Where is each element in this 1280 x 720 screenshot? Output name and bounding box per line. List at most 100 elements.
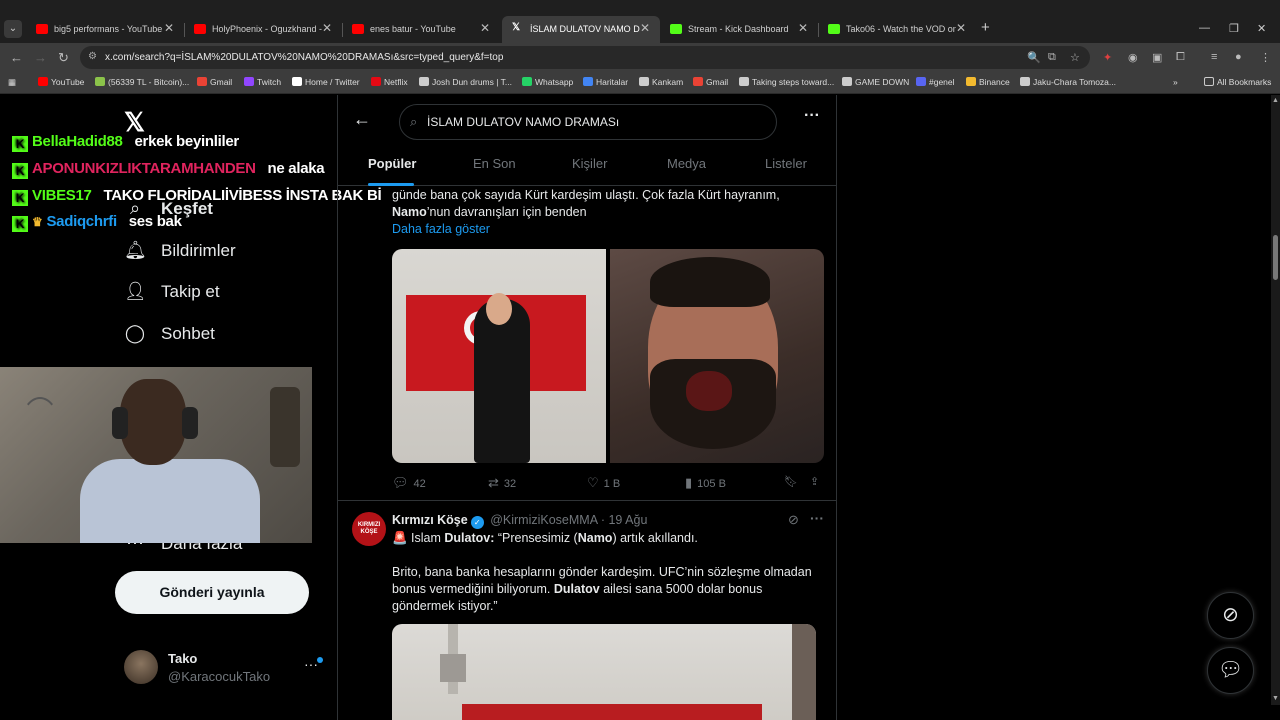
browser-tab[interactable]: big5 performans - YouTube ✕ xyxy=(26,16,184,43)
extension-icon[interactable]: ▣ xyxy=(1152,51,1162,64)
new-tab-plus-icon[interactable]: + xyxy=(981,19,990,36)
extensions-puzzle-icon[interactable]: ⧠ xyxy=(1176,51,1185,64)
post-button[interactable]: Gönderi yayınla xyxy=(115,571,309,614)
bookmark-item[interactable]: Jaku-Chara Tomoza... xyxy=(1020,77,1116,87)
bookmark-item[interactable]: Kankam xyxy=(639,77,683,87)
browser-menu-icon[interactable]: ⋮ xyxy=(1260,51,1271,64)
site-info-icon[interactable]: ⚙ xyxy=(88,51,97,62)
scroll-down-arrow-icon[interactable]: ▼ xyxy=(1272,695,1279,702)
x-favicon-icon: 𝕏 xyxy=(512,22,521,33)
share-icon[interactable]: ⇪ xyxy=(810,475,819,488)
bookmark-item[interactable]: Twitch xyxy=(244,77,281,87)
address-url[interactable]: x.com/search?q=İSLAM%20DULATOV%20NAMO%20… xyxy=(105,52,503,63)
close-tab-icon[interactable]: ✕ xyxy=(322,21,332,35)
webcam-overlay xyxy=(0,367,312,543)
more-dots-icon[interactable]: ··· xyxy=(804,107,820,125)
nav-item-notifications[interactable]: 🔔︎ Bildirimler xyxy=(124,240,236,268)
nav-item-follow[interactable]: 👤︎ Takip et xyxy=(124,281,220,309)
zoom-search-icon[interactable]: 🔍 xyxy=(1027,51,1041,64)
reply-button[interactable]: 💬︎ 42 xyxy=(392,475,426,491)
account-switcher[interactable]: Tako @KaracocukTako ··· xyxy=(124,648,324,688)
forward-nav-icon[interactable]: → xyxy=(34,50,47,65)
profile-avatar-icon[interactable]: ● xyxy=(1235,51,1242,63)
kick-favicon-icon xyxy=(828,24,840,34)
tweet-image-fighter[interactable] xyxy=(610,249,824,463)
search-tabs: Popüler En Son Kişiler Medya Listeler xyxy=(338,148,836,186)
grok-fab-button[interactable]: ⊘ xyxy=(1207,592,1254,639)
more-dots-icon[interactable]: ··· xyxy=(810,510,824,526)
active-tab-indicator xyxy=(368,183,414,186)
nav-item-chat[interactable]: ◯ Sohbet xyxy=(124,323,215,351)
more-bookmarks-chevron-icon[interactable]: » xyxy=(1173,77,1178,87)
close-window-icon[interactable]: ✕ xyxy=(1257,22,1266,35)
media-control-icon[interactable]: ≡ xyxy=(1211,51,1217,63)
close-tab-icon[interactable]: ✕ xyxy=(480,21,490,35)
back-arrow-icon[interactable]: ← xyxy=(353,109,371,130)
tab-search-chevron-icon[interactable]: ⌄ xyxy=(4,20,22,38)
tweet-author-handle[interactable]: @KirmiziKoseMMA xyxy=(490,513,597,527)
bookmark-item[interactable]: #genel xyxy=(916,77,955,87)
browser-tab[interactable]: enes batur - YouTube ✕ xyxy=(342,16,500,43)
tweet-author-name[interactable]: Kırmızı Köşe xyxy=(392,513,468,527)
tab-people[interactable]: Kişiler xyxy=(572,156,607,171)
grok-icon[interactable]: ⊘ xyxy=(788,512,799,528)
bookmark-item[interactable]: (56339 TL - Bitcoin)... xyxy=(95,77,189,87)
tweet-text: günde bana çok sayıda Kürt kardeşim ulaş… xyxy=(392,187,822,221)
kick-badge-icon: K xyxy=(12,136,28,152)
bookmark-item[interactable]: YouTube xyxy=(38,77,84,87)
close-tab-icon[interactable]: ✕ xyxy=(798,21,808,35)
browser-tab[interactable]: Stream - Kick Dashboard ✕ xyxy=(660,16,818,43)
browser-tab[interactable]: Tako06 - Watch the VOD on Ki ✕ xyxy=(818,16,976,43)
tweet-text-line: günde bana çok sayıda Kürt kardeşim ulaş… xyxy=(392,188,780,202)
chat-message: K VIBES17 TAKO FLORİDALIİVİBESS İNSTA BAK… xyxy=(12,187,382,206)
show-more-link[interactable]: Daha fazla göster xyxy=(392,222,490,236)
avatar[interactable]: KIRMIZI KÖŞE xyxy=(352,512,386,546)
install-app-icon[interactable]: ⧉ xyxy=(1048,51,1056,64)
back-nav-icon[interactable]: ← xyxy=(10,50,23,65)
bookmark-item[interactable]: Haritalar xyxy=(583,77,628,87)
bookmark-item[interactable]: Netflix xyxy=(371,77,408,87)
search-input[interactable]: ⌕ İSLAM DULATOV NAMO DRAMASı xyxy=(399,104,777,140)
more-dots-icon[interactable]: ··· xyxy=(304,656,318,672)
repost-button[interactable]: ⇄ 32 xyxy=(488,475,516,491)
bookmark-item[interactable]: Home / Twitter xyxy=(292,77,360,87)
bookmark-star-icon[interactable]: ☆ xyxy=(1070,51,1080,64)
bookmark-item[interactable]: Whatsapp xyxy=(522,77,573,87)
bookmark-item[interactable]: Gmail xyxy=(693,77,728,87)
scroll-up-arrow-icon[interactable]: ▲ xyxy=(1272,97,1279,104)
chat-text: ses bak xyxy=(128,213,182,230)
tab-lists[interactable]: Listeler xyxy=(765,156,807,171)
bookmark-item[interactable]: GAME DOWN xyxy=(842,77,909,87)
bookmark-item[interactable]: Josh Dun drums | T... xyxy=(419,77,512,87)
tweet-image-flag[interactable] xyxy=(392,249,606,463)
like-button[interactable]: ♡ 1 B xyxy=(587,475,620,491)
tweet-date[interactable]: · 19 Ağu xyxy=(601,513,648,527)
address-bar[interactable]: ⚙ x.com/search?q=İSLAM%20DULATOV%20NAMO%… xyxy=(80,46,1090,69)
close-tab-icon[interactable]: ✕ xyxy=(164,21,174,35)
all-bookmarks-folder[interactable]: All Bookmarks xyxy=(1204,77,1271,87)
browser-tab[interactable]: HolyPhoenix - Oguzkhand - Jah ✕ xyxy=(184,16,342,43)
search-query-value[interactable]: İSLAM DULATOV NAMO DRAMASı xyxy=(427,115,619,129)
tab-latest[interactable]: En Son xyxy=(473,156,516,171)
apps-grid-icon[interactable]: ▦ xyxy=(8,77,16,88)
scrollbar-thumb[interactable] xyxy=(1273,235,1278,280)
tab-popular[interactable]: Popüler xyxy=(368,156,416,171)
extension-icon[interactable]: ✦ xyxy=(1103,51,1112,64)
close-tab-icon[interactable]: ✕ xyxy=(640,21,650,35)
bookmark-item[interactable]: Gmail xyxy=(197,77,232,87)
restore-icon[interactable]: ❐ xyxy=(1229,22,1239,35)
close-tab-icon[interactable]: ✕ xyxy=(956,21,966,35)
tweet-image[interactable] xyxy=(392,624,816,720)
bookmark-item[interactable]: Binance xyxy=(966,77,1010,87)
bookmark-icon[interactable]: 🔖︎ xyxy=(784,475,798,488)
extension-icon[interactable]: ◉ xyxy=(1128,51,1138,64)
browser-tab-active[interactable]: 𝕏 İSLAM DULATOV NAMO DRAMA ✕ xyxy=(502,16,660,43)
bookmark-item[interactable]: Taking steps toward... xyxy=(739,77,834,87)
minimize-icon[interactable]: — xyxy=(1199,22,1210,34)
views-button[interactable]: ▮ 105 B xyxy=(685,475,726,491)
messages-fab-button[interactable]: 💬︎ xyxy=(1207,647,1254,694)
tab-title: Tako06 - Watch the VOD on Ki xyxy=(846,24,956,34)
reload-icon[interactable]: ↻ xyxy=(58,50,69,66)
tab-media[interactable]: Medya xyxy=(667,156,706,171)
page-scrollbar[interactable] xyxy=(1271,95,1280,705)
